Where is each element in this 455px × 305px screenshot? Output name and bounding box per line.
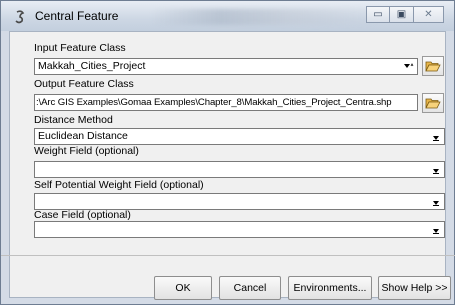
self-potential-weight-field-dropdown-arrow[interactable] — [429, 195, 443, 208]
weight-field-dropdown-arrow[interactable] — [429, 163, 443, 176]
close-icon: ✕ — [424, 9, 433, 20]
dialog-window: Central Feature ▭ ▣ ✕ Input Feature Clas… — [0, 0, 455, 305]
window-controls: ▭ ▣ ✕ — [366, 6, 444, 24]
output-feature-class-value: :\Arc GIS Examples\Gomaa Examples\Chapte… — [36, 97, 392, 108]
weight-field-label: Weight Field (optional) — [34, 145, 139, 157]
chevron-down-icon — [433, 135, 439, 140]
title-bar[interactable]: Central Feature ▭ ▣ ✕ — [1, 1, 454, 31]
output-feature-class-label: Output Feature Class — [34, 78, 134, 90]
folder-open-icon — [425, 98, 441, 109]
dropdown-underline — [433, 173, 439, 174]
close-button[interactable]: ✕ — [414, 6, 444, 23]
weight-field-select[interactable] — [34, 161, 445, 178]
input-feature-class-label: Input Feature Class — [34, 42, 126, 54]
case-field-select[interactable] — [34, 221, 445, 238]
chevron-down-icon — [433, 168, 439, 173]
show-help-button[interactable]: Show Help >> — [378, 276, 451, 300]
input-feature-class-value: Makkah_Cities_Project — [38, 60, 146, 72]
input-feature-class-dropdown-arrow[interactable] — [402, 60, 416, 73]
minimize-icon: ▭ — [373, 9, 383, 20]
output-feature-class-field[interactable]: :\Arc GIS Examples\Gomaa Examples\Chapte… — [34, 94, 418, 111]
maximize-button[interactable]: ▣ — [390, 6, 414, 23]
dropdown-underline — [433, 205, 439, 206]
footer-divider — [1, 255, 455, 256]
environments-button[interactable]: Environments... — [288, 276, 372, 300]
chevron-down-icon — [433, 228, 439, 233]
minimize-button[interactable]: ▭ — [366, 6, 390, 23]
distance-method-dropdown-arrow[interactable] — [429, 130, 443, 143]
dialog-body: Input Feature Class Makkah_Cities_Projec… — [9, 31, 446, 298]
cancel-button[interactable]: Cancel — [219, 276, 281, 300]
case-field-dropdown-arrow[interactable] — [429, 223, 443, 236]
tool-icon — [15, 10, 25, 24]
case-field-label: Case Field (optional) — [34, 209, 131, 221]
window-title: Central Feature — [35, 9, 119, 23]
folder-open-icon — [425, 61, 441, 72]
maximize-icon: ▣ — [396, 9, 407, 20]
chevron-down-icon — [404, 62, 414, 68]
distance-method-value: Euclidean Distance — [38, 130, 128, 142]
input-browse-button[interactable] — [422, 56, 444, 76]
ok-button[interactable]: OK — [154, 276, 212, 300]
chevron-down-icon — [433, 200, 439, 205]
self-potential-weight-field-label: Self Potential Weight Field (optional) — [34, 179, 204, 191]
dropdown-underline — [433, 233, 439, 234]
distance-method-label: Distance Method — [34, 114, 113, 126]
title-bar-background — [151, 9, 381, 25]
distance-method-select[interactable]: Euclidean Distance — [34, 128, 445, 145]
input-feature-class-field[interactable]: Makkah_Cities_Project — [34, 58, 418, 75]
self-potential-weight-field-select[interactable] — [34, 193, 445, 210]
dropdown-underline — [433, 140, 439, 141]
output-browse-button[interactable] — [422, 93, 444, 113]
